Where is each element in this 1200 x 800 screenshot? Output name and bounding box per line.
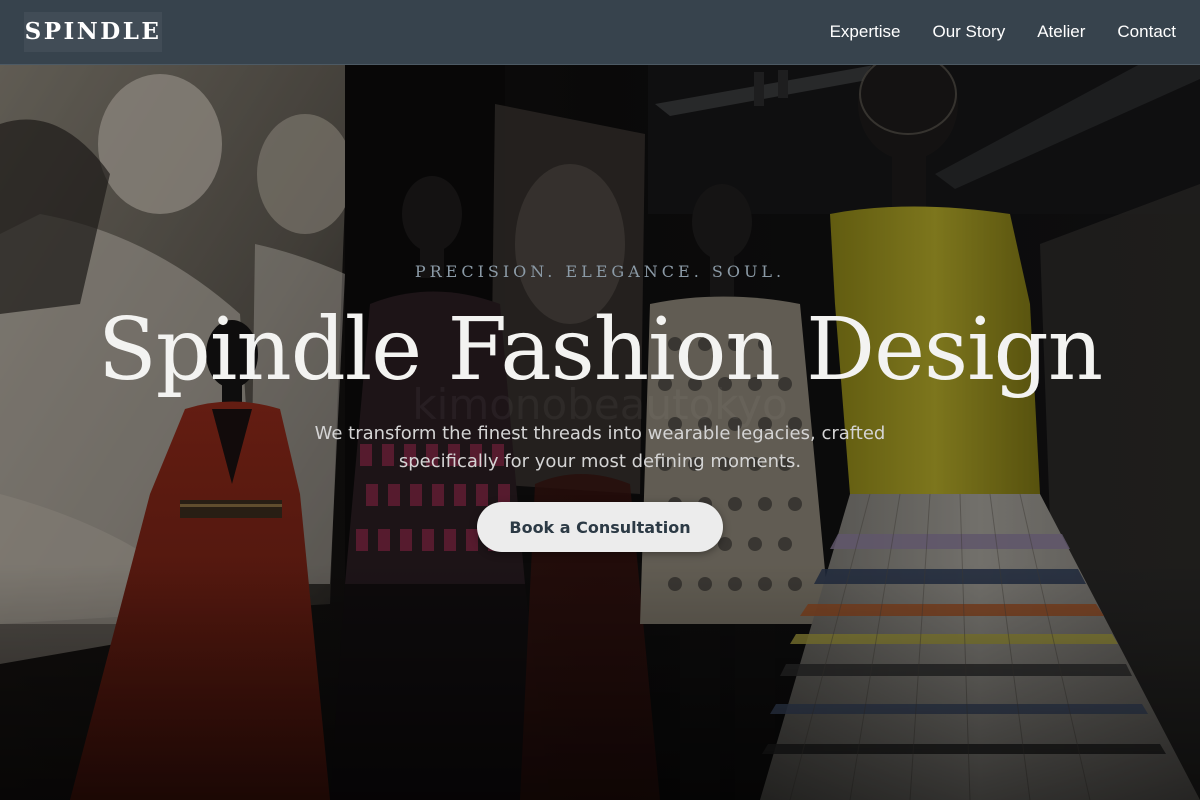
nav-link-our-story[interactable]: Our Story bbox=[932, 22, 1005, 42]
nav-link-expertise[interactable]: Expertise bbox=[830, 22, 901, 42]
page: SPINDLE Expertise Our Story Atelier Cont… bbox=[0, 0, 1200, 800]
nav-link-atelier[interactable]: Atelier bbox=[1037, 22, 1085, 42]
main-nav: Expertise Our Story Atelier Contact bbox=[830, 0, 1176, 64]
hero-subtitle: We transform the finest threads into wea… bbox=[314, 423, 886, 472]
nav-link-contact[interactable]: Contact bbox=[1117, 22, 1176, 42]
brand-logo[interactable]: SPINDLE bbox=[24, 12, 162, 52]
hero-eyebrow: PRECISION. ELEGANCE. SOUL. bbox=[414, 262, 786, 281]
site-header: SPINDLE Expertise Our Story Atelier Cont… bbox=[0, 0, 1200, 65]
book-consultation-button[interactable]: Book a Consultation bbox=[477, 502, 723, 552]
hero-title: Spindle Fashion Design bbox=[97, 300, 1103, 400]
